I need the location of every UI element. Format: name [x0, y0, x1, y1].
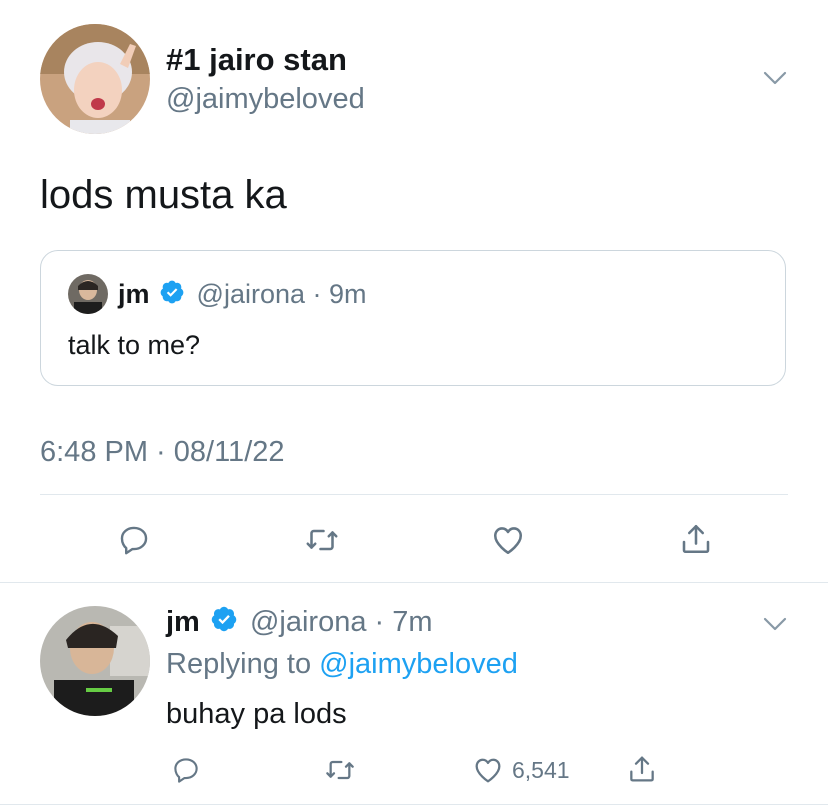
replying-to-link[interactable]: @jaimybeloved	[319, 648, 518, 680]
verified-badge-icon	[210, 605, 238, 642]
author-display-name[interactable]: #1 jairo stan	[166, 42, 347, 78]
chevron-down-icon[interactable]	[760, 612, 790, 636]
quoted-display-name[interactable]: jm	[118, 279, 150, 309]
retweet-icon[interactable]	[302, 520, 342, 560]
author-handle[interactable]: @jaimybeloved	[166, 82, 365, 116]
divider	[40, 494, 788, 495]
reply-author-avatar[interactable]	[40, 606, 150, 716]
reply-display-name[interactable]: jm	[166, 606, 200, 638]
divider	[0, 804, 828, 805]
reply-time: · 7m	[374, 606, 433, 638]
like-button[interactable]: 6,541	[472, 752, 582, 788]
replying-to-label: Replying to	[166, 648, 312, 680]
reply-handle[interactable]: @jairona	[250, 606, 367, 638]
share-icon[interactable]	[624, 750, 660, 788]
like-count: 6,541	[512, 756, 570, 783]
author-avatar[interactable]	[40, 24, 150, 134]
quoted-handle[interactable]: @jairona	[197, 279, 305, 309]
like-icon	[472, 754, 504, 786]
like-icon[interactable]	[488, 520, 528, 560]
quoted-time: · 9m	[312, 279, 367, 309]
tweet-text: lods musta ka	[40, 173, 287, 217]
quoted-tweet-card[interactable]	[40, 250, 786, 386]
verified-badge-icon	[159, 279, 185, 313]
share-icon[interactable]	[676, 518, 716, 560]
tweet-timestamp[interactable]: 6:48 PM · 08/11/22	[40, 434, 285, 470]
reply-icon[interactable]	[168, 752, 204, 788]
quoted-avatar[interactable]	[68, 274, 108, 314]
chevron-down-icon[interactable]	[760, 66, 790, 90]
reply-text: buhay pa lods	[166, 698, 347, 730]
quoted-text: talk to me?	[68, 330, 201, 360]
retweet-icon[interactable]	[322, 752, 358, 788]
divider	[0, 582, 828, 583]
reply-icon[interactable]	[114, 520, 154, 560]
